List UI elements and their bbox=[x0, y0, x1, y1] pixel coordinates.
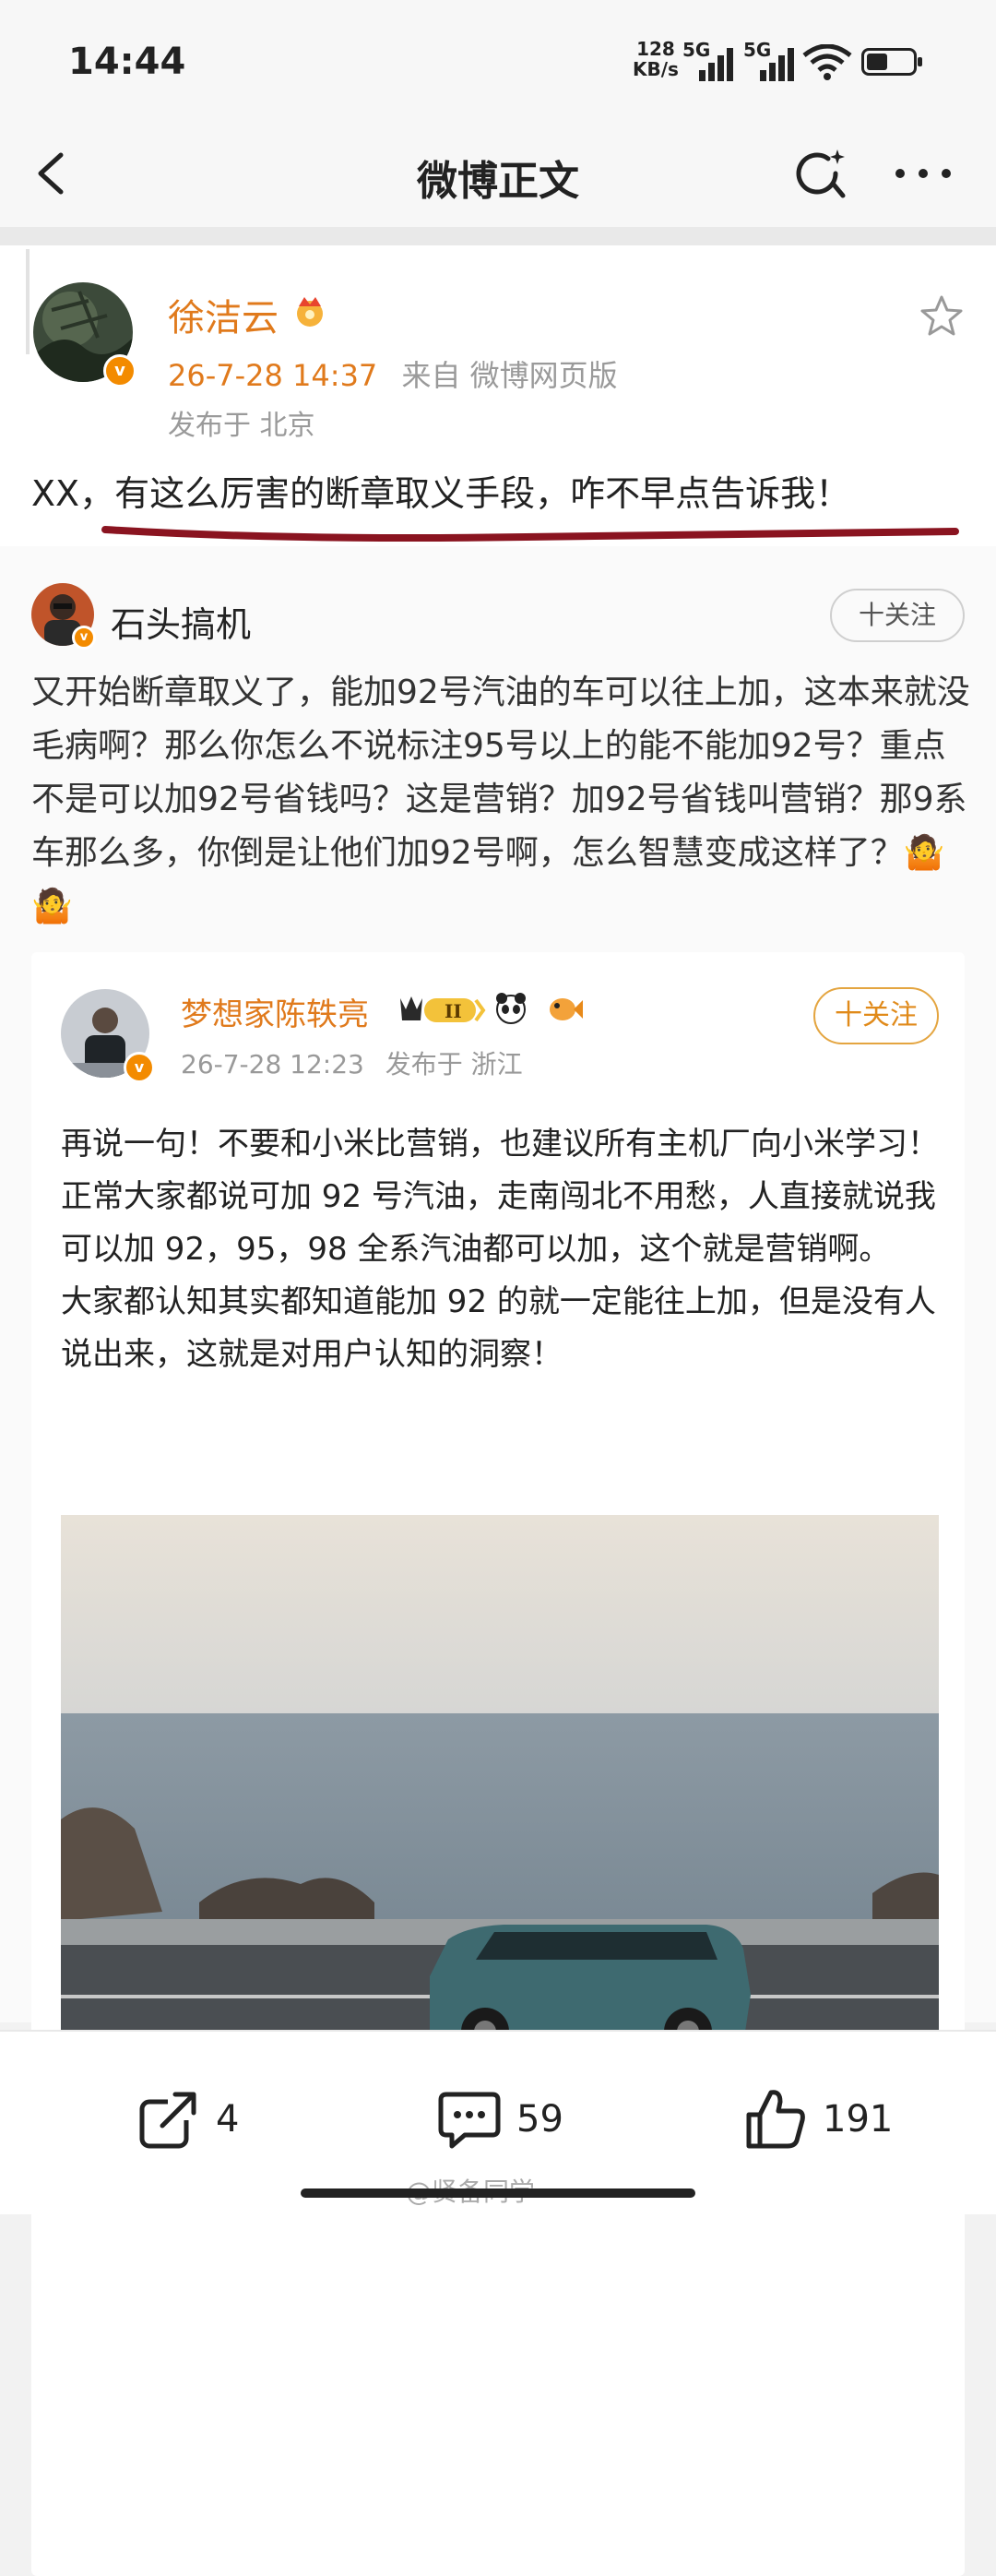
user-badges: II bbox=[398, 989, 583, 1030]
sim2-signal-icon: 5G bbox=[743, 39, 795, 81]
post-meta: 26-7-28 14:37 来自 微博网页版 bbox=[168, 352, 618, 395]
post-time: 26-7-28 14:37 bbox=[168, 358, 378, 393]
comment-text: 又开始断章取义了，能加92号汽油的车可以往上加，这本来就没毛病啊？那么你怎么不说… bbox=[31, 674, 970, 925]
divider bbox=[0, 227, 996, 245]
post-content: XX，有这么厉害的断章取义手段，咋不早点告诉我！ bbox=[31, 465, 850, 516]
wifi-icon bbox=[802, 44, 852, 80]
quoted-post[interactable]: v 梦想家陈轶亮 II 十关注 26-7-28 12:23 发布于 浙江 再说一… bbox=[31, 952, 965, 2576]
battery-icon bbox=[861, 48, 922, 76]
fish-emoji-icon bbox=[550, 998, 583, 1020]
comment-count: 59 bbox=[516, 2098, 563, 2141]
main-post: v 徐洁云 26-7-28 14:37 来自 微博网页版 发布于 北京 XX，有… bbox=[0, 245, 996, 546]
quoted-paragraph: 大家都认知其实都知道能加 92 的就一定能往上加，但是没有人说出来，这就是对用户… bbox=[61, 1283, 936, 1373]
home-indicator[interactable] bbox=[301, 2188, 695, 2198]
verified-badge-icon: v bbox=[124, 1052, 155, 1083]
post-image[interactable] bbox=[61, 1515, 939, 2069]
comment-button[interactable]: 59 bbox=[437, 2081, 603, 2155]
post-content-highlight: 有这么厉害的断章取义手段，咋不早点告诉我！ bbox=[114, 473, 851, 514]
post-author[interactable]: 徐洁云 bbox=[168, 288, 279, 341]
quoted-author[interactable]: 梦想家陈轶亮 bbox=[181, 989, 369, 1034]
member-level-icon: II bbox=[400, 993, 526, 1024]
like-button[interactable]: 191 bbox=[743, 2081, 928, 2155]
post-source: 来自 微博网页版 bbox=[401, 358, 618, 393]
quoted-paragraph: 正常大家都说可加 92 号汽油，走南闯北不用愁，人直接就说我可以加 92，95，… bbox=[61, 1178, 936, 1268]
member-level-text: II bbox=[445, 1000, 462, 1022]
hand-drawn-underline bbox=[101, 526, 959, 542]
status-bar: 14:44 128 KB/s 5G 5G bbox=[0, 0, 996, 120]
post-location: 发布于 北京 bbox=[168, 410, 315, 442]
quoted-time: 26-7-28 12:23 bbox=[181, 1049, 364, 1079]
repost-button[interactable]: 4 bbox=[136, 2081, 302, 2155]
clock: 14:44 bbox=[68, 41, 186, 83]
repost-count: 4 bbox=[216, 2098, 240, 2141]
follow-button[interactable]: 十关注 bbox=[830, 589, 965, 642]
network-speed: 128 KB/s bbox=[633, 39, 679, 79]
network-speed-value: 128 bbox=[636, 38, 675, 60]
post-side-bar bbox=[26, 249, 30, 354]
follow-button[interactable]: 十关注 bbox=[813, 987, 939, 1044]
post-content-prefix: XX， bbox=[31, 473, 115, 514]
more-icon[interactable] bbox=[891, 155, 955, 192]
quoted-paragraph: 再说一句！不要和小米比营销，也建议所有主机厂向小米学习！ bbox=[61, 1126, 939, 1163]
comment-author[interactable]: 石头搞机 bbox=[111, 596, 251, 647]
thumbs-up-icon bbox=[746, 2090, 805, 2149]
repost-card: v 石头搞机 十关注 又开始断章取义了，能加92号汽油的车可以往上加，这本来就没… bbox=[0, 546, 996, 2576]
quoted-text: 再说一句！不要和小米比营销，也建议所有主机厂向小米学习！ 正常大家都说可加 92… bbox=[61, 1118, 946, 1381]
favorite-star-icon[interactable] bbox=[919, 293, 965, 340]
quoted-location: 发布于 浙江 bbox=[385, 1049, 523, 1079]
refresh-icon[interactable] bbox=[791, 146, 848, 203]
sim1-signal-icon: 5G bbox=[682, 39, 734, 81]
nav-bar: 微博正文 bbox=[0, 120, 996, 227]
comment-icon bbox=[438, 2092, 501, 2149]
repost-icon bbox=[139, 2091, 197, 2149]
quoted-meta: 26-7-28 12:23 发布于 浙江 bbox=[181, 1044, 523, 1081]
network-speed-unit: KB/s bbox=[633, 58, 679, 80]
verified-badge-icon: v bbox=[103, 354, 136, 388]
like-count: 191 bbox=[823, 2098, 894, 2141]
crown-icon bbox=[297, 297, 323, 327]
verified-badge-icon: v bbox=[72, 626, 96, 650]
